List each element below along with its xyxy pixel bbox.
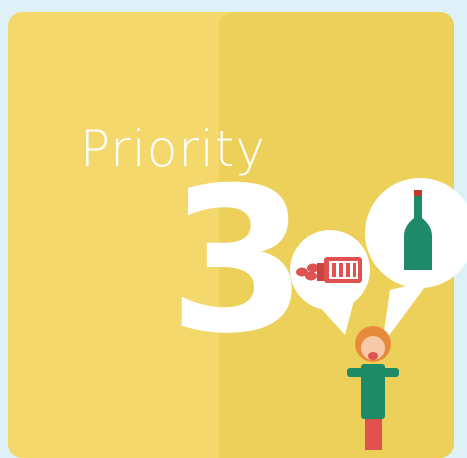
illustration xyxy=(290,178,467,450)
pills-bubble xyxy=(290,230,370,335)
person-icon xyxy=(347,326,399,450)
pill-box-icon xyxy=(324,257,362,283)
bottle-bubble xyxy=(365,178,467,345)
